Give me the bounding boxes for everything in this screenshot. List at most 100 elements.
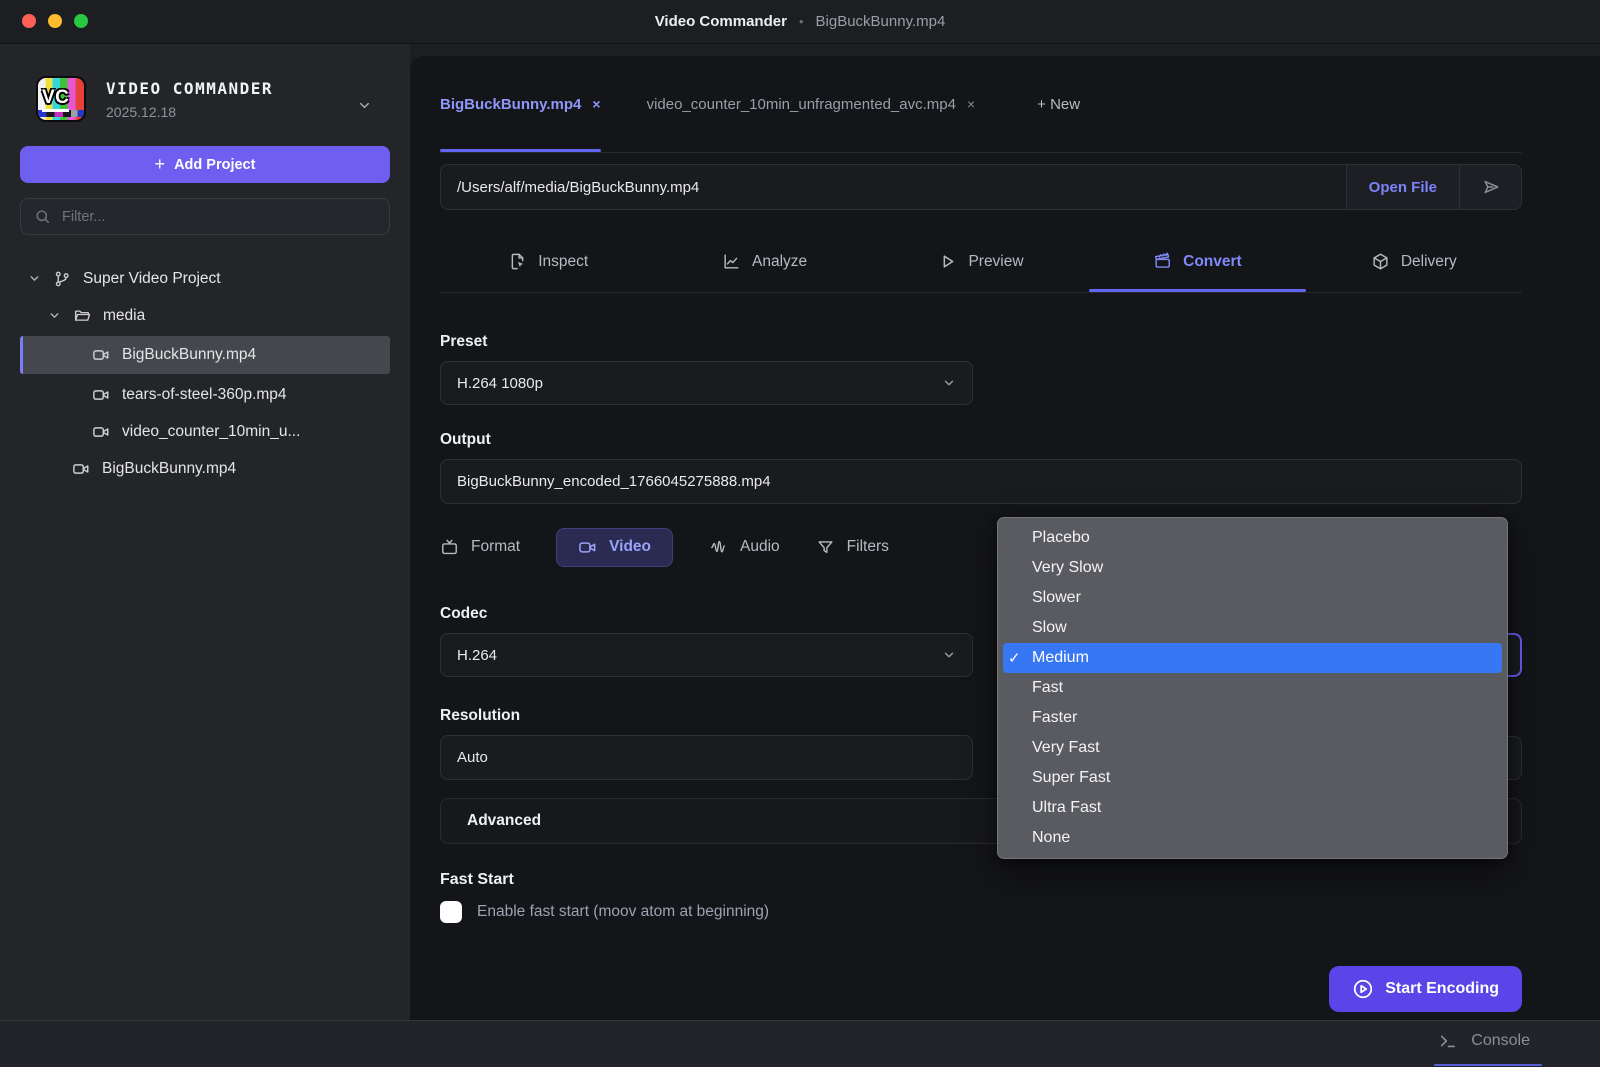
encoder-preset-menu: Placebo Very Slow Slower Slow ✓Medium Fa… [997, 517, 1508, 859]
file-tab[interactable]: BigBuckBunny.mp4 × [440, 56, 601, 152]
video-camera-icon [92, 386, 110, 404]
menu-item[interactable]: Super Fast [998, 763, 1507, 793]
chevron-down-icon[interactable] [357, 98, 372, 113]
menu-item[interactable]: Faster [998, 703, 1507, 733]
load-file-button[interactable] [1459, 165, 1521, 209]
tree-item-label: BigBuckBunny.mp4 [102, 460, 236, 478]
tab-preview[interactable]: Preview [873, 231, 1089, 292]
tab-label: Analyze [752, 253, 807, 271]
console-bar: Console [0, 1020, 1600, 1067]
add-project-button[interactable]: + Add Project [20, 146, 390, 183]
sidebar: VC VIDEO COMMANDER 2025.12.18 + Add Proj… [0, 44, 410, 1020]
subtab-label: Format [471, 538, 520, 556]
menu-item-label: None [1032, 829, 1070, 847]
video-camera-icon [578, 538, 597, 557]
subtab-format[interactable]: Format [440, 538, 520, 557]
menu-item-label: Super Fast [1032, 769, 1110, 787]
filter-placeholder: Filter... [62, 209, 106, 225]
tab-label: Convert [1183, 253, 1242, 271]
plus-icon: + [155, 155, 166, 173]
logo-monogram: VC [42, 88, 69, 112]
title-separator-dot: • [799, 14, 804, 29]
close-icon[interactable]: × [967, 96, 975, 112]
preset-label: Preset [440, 333, 1522, 351]
preset-select[interactable]: H.264 1080p [440, 361, 973, 405]
close-icon[interactable]: × [592, 96, 600, 112]
output-filename-input[interactable]: BigBuckBunny_encoded_1766045275888.mp4 [440, 459, 1522, 504]
file-tab[interactable]: video_counter_10min_unfragmented_avc.mp4… [647, 56, 976, 152]
tree-item-label: Super Video Project [83, 270, 221, 288]
codec-select[interactable]: H.264 [440, 633, 973, 677]
menu-item[interactable]: Slower [998, 583, 1507, 613]
package-icon [1371, 252, 1390, 271]
menu-item[interactable]: Ultra Fast [998, 793, 1507, 823]
chevron-down-icon[interactable] [28, 272, 41, 285]
chevron-down-icon[interactable] [48, 309, 61, 322]
output-label: Output [440, 431, 1522, 449]
menu-item[interactable]: Slow [998, 613, 1507, 643]
tab-inspect[interactable]: Inspect [440, 231, 656, 292]
console-toggle[interactable]: Console [1438, 1031, 1530, 1057]
tree-item-file[interactable]: BigBuckBunny.mp4 [0, 450, 410, 487]
fast-start-label: Fast Start [440, 871, 1522, 889]
subtab-filters[interactable]: Filters [816, 538, 889, 557]
chevron-down-icon [942, 376, 956, 390]
brand-text: VIDEO COMMANDER 2025.12.18 [106, 79, 273, 120]
tab-convert[interactable]: Convert [1089, 231, 1305, 292]
resolution-input[interactable]: Auto [440, 735, 973, 780]
waveform-icon [709, 538, 728, 557]
menu-item-label: Medium [1032, 649, 1089, 667]
file-cursor-icon [508, 252, 527, 271]
folder-open-icon [73, 307, 91, 325]
fast-start-row: Enable fast start (moov atom at beginnin… [440, 901, 1522, 923]
brand-name: VIDEO COMMANDER [106, 79, 273, 98]
tree-item-file-selected[interactable]: BigBuckBunny.mp4 [20, 336, 390, 374]
subtab-label: Video [609, 538, 651, 556]
open-file-button[interactable]: Open File [1346, 165, 1459, 209]
tree-item-file[interactable]: tears-of-steel-360p.mp4 [0, 376, 410, 413]
add-project-label: Add Project [174, 157, 255, 173]
menu-item-label: Slow [1032, 619, 1067, 637]
menu-item-label: Fast [1032, 679, 1063, 697]
subtab-label: Audio [740, 538, 780, 556]
checkmark-icon: ✓ [1008, 649, 1032, 667]
close-window-button[interactable] [22, 14, 36, 28]
menu-item-label: Faster [1032, 709, 1077, 727]
menu-item[interactable]: Very Slow [998, 553, 1507, 583]
file-tab-label: video_counter_10min_unfragmented_avc.mp4 [647, 96, 956, 113]
new-tab-button[interactable]: + New [1037, 96, 1080, 113]
menu-item[interactable]: Fast [998, 673, 1507, 703]
menu-item[interactable]: None [998, 823, 1507, 853]
filter-input[interactable]: Filter... [20, 198, 390, 235]
tab-analyze[interactable]: Analyze [656, 231, 872, 292]
file-tab-bar: BigBuckBunny.mp4 × video_counter_10min_u… [440, 56, 1522, 153]
chevron-down-icon [942, 648, 956, 662]
console-label: Console [1471, 1032, 1530, 1050]
menu-item-selected[interactable]: ✓Medium [1003, 643, 1502, 673]
tree-item-project[interactable]: Super Video Project [0, 260, 410, 297]
file-path-input[interactable]: /Users/alf/media/BigBuckBunny.mp4 [441, 165, 1346, 209]
tree-item-file[interactable]: video_counter_10min_u... [0, 413, 410, 450]
subtab-video[interactable]: Video [556, 528, 673, 567]
section-tab-bar: Inspect Analyze Preview Convert [440, 231, 1522, 293]
tv-icon [440, 538, 459, 557]
video-camera-icon [92, 346, 110, 364]
tree-item-label: BigBuckBunny.mp4 [122, 346, 256, 364]
menu-item-label: Very Fast [1032, 739, 1100, 757]
window-controls [22, 14, 88, 28]
start-encoding-button[interactable]: Start Encoding [1329, 966, 1522, 1012]
menu-item-label: Ultra Fast [1032, 799, 1101, 817]
menu-item[interactable]: Placebo [998, 523, 1507, 553]
brand-version: 2025.12.18 [106, 104, 273, 120]
fast-start-checkbox[interactable] [440, 901, 462, 923]
play-circle-icon [1352, 978, 1374, 1000]
tab-delivery[interactable]: Delivery [1306, 231, 1522, 292]
menu-item-label: Placebo [1032, 529, 1090, 547]
tree-item-media-folder[interactable]: media [0, 297, 410, 334]
file-tab-label: BigBuckBunny.mp4 [440, 96, 581, 113]
zoom-window-button[interactable] [74, 14, 88, 28]
brand-header: VC VIDEO COMMANDER 2025.12.18 [0, 44, 410, 122]
minimize-window-button[interactable] [48, 14, 62, 28]
subtab-audio[interactable]: Audio [709, 538, 780, 557]
menu-item[interactable]: Very Fast [998, 733, 1507, 763]
